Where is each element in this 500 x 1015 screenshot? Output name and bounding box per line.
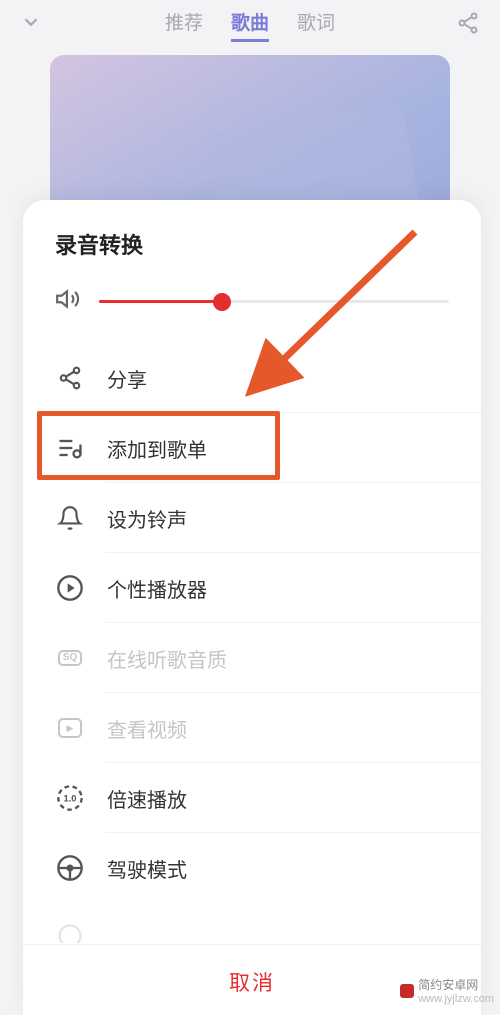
menu-item-driving-mode[interactable]: 驾驶模式: [55, 833, 481, 903]
tab-recommend[interactable]: 推荐: [165, 8, 203, 42]
watermark: 简约安卓网 www.jyjlzw.com: [400, 976, 494, 1005]
slider-knob[interactable]: [213, 293, 231, 311]
tab-song[interactable]: 歌曲: [231, 8, 269, 42]
share-icon[interactable]: [456, 11, 480, 40]
menu-item-online-quality: SQ 在线听歌音质: [55, 623, 481, 693]
menu-item-add-to-playlist[interactable]: 添加到歌单: [55, 413, 481, 483]
menu-label: 分享: [107, 364, 147, 393]
sheet-title: 录音转换: [23, 228, 481, 286]
menu-label: 个性播放器: [107, 574, 207, 603]
menu-label: 驾驶模式: [107, 854, 187, 883]
menu-item-playback-speed[interactable]: 1.0 倍速播放: [55, 763, 481, 833]
menu-item-custom-player[interactable]: 个性播放器: [55, 553, 481, 623]
volume-row: [23, 286, 481, 343]
watermark-text-url: www.jyjlzw.com: [418, 993, 494, 1005]
menu-item-view-video: ▶ 查看视频: [55, 693, 481, 763]
chevron-down-icon[interactable]: [20, 11, 42, 40]
menu-label: 添加到歌单: [107, 434, 207, 463]
menu-item-ringtone[interactable]: 设为铃声: [55, 483, 481, 553]
bell-icon: [55, 503, 85, 533]
action-sheet: 录音转换 分享 添加到歌单 设为铃声: [23, 200, 481, 1015]
speed-icon: 1.0: [55, 783, 85, 813]
volume-icon: [55, 286, 81, 317]
share-icon: [55, 363, 85, 393]
playlist-add-icon: [55, 433, 85, 463]
tab-lyrics[interactable]: 歌词: [297, 8, 335, 42]
volume-slider[interactable]: [99, 300, 449, 303]
menu-label: 倍速播放: [107, 784, 187, 813]
menu-item-share[interactable]: 分享: [55, 343, 481, 413]
top-bar: 推荐 歌曲 歌词: [0, 0, 500, 50]
sq-icon: SQ: [55, 643, 85, 673]
clock-icon: [55, 921, 85, 943]
player-icon: [55, 573, 85, 603]
watermark-icon: [400, 984, 414, 998]
steering-wheel-icon: [55, 853, 85, 883]
menu-item-partial[interactable]: [55, 903, 481, 943]
menu-label: 在线听歌音质: [107, 644, 227, 673]
svg-text:1.0: 1.0: [64, 794, 77, 804]
watermark-text-cn: 简约安卓网: [418, 978, 478, 992]
video-icon: ▶: [55, 713, 85, 743]
menu-list: 分享 添加到歌单 设为铃声 个性播放器 SQ 在线听歌音质: [23, 343, 481, 944]
menu-label: 设为铃声: [107, 504, 187, 533]
menu-label: 查看视频: [107, 714, 187, 743]
top-tabs: 推荐 歌曲 歌词: [165, 8, 335, 42]
